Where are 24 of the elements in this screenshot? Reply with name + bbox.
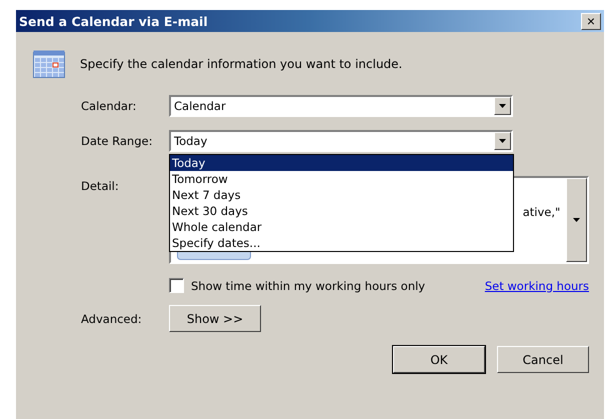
intro-text: Specify the calendar information you want to include. [80,57,402,71]
caret-icon [499,104,506,108]
advanced-label: Advanced: [81,312,143,326]
dropdown-option[interactable]: Today [170,155,513,171]
detail-scroll-button[interactable] [566,178,587,262]
show-button[interactable]: Show >> [169,305,261,332]
dropdown-button[interactable] [494,97,511,115]
date-range-label: Date Range: [81,134,154,148]
checkbox-label: Show time within my working hours only [191,278,426,292]
date-range-dropdown[interactable]: Today [169,130,513,152]
calendar-dropdown[interactable]: Calendar [169,95,513,117]
detail-text: ative," [522,205,560,219]
checkbox[interactable] [169,278,184,293]
cancel-button[interactable]: Cancel [497,346,589,373]
caret-icon [573,218,580,222]
close-button[interactable]: × [581,12,601,30]
detail-label: Detail: [81,179,120,193]
calendar-label: Calendar: [81,99,138,113]
calendar-icon [33,50,65,78]
window-title: Send a Calendar via E-mail [19,14,208,28]
working-hours-link[interactable]: Set working hours [484,278,589,292]
caret-icon [499,139,506,143]
dropdown-button[interactable] [494,132,511,150]
ok-button[interactable]: OK [393,346,485,373]
